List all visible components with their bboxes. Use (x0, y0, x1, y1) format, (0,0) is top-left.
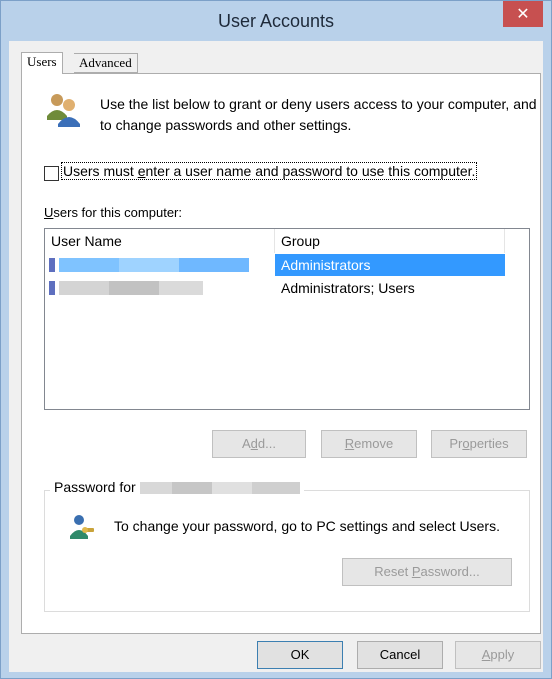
password-group-label: Password for (50, 479, 304, 495)
password-instructions: To change your password, go to PC settin… (114, 518, 500, 534)
remove-user-button[interactable]: Remove (321, 430, 417, 458)
apply-button[interactable]: Apply (455, 641, 541, 669)
close-icon: ✕ (516, 6, 530, 23)
redacted-user-name (45, 254, 279, 276)
users-list[interactable]: User Name Group Administrators Administr… (44, 228, 530, 410)
tab-advanced[interactable]: Advanced (74, 53, 138, 73)
row-group-cell: Administrators; Users (281, 280, 415, 296)
add-user-button[interactable]: Add... (212, 430, 306, 458)
title-bar[interactable]: User Accounts ✕ (1, 1, 551, 41)
require-password-checkbox[interactable] (44, 166, 59, 181)
reset-password-button[interactable]: Reset Password... (342, 558, 512, 586)
user-key-icon (70, 515, 94, 539)
require-password-label[interactable]: Users must enter a user name and passwor… (60, 162, 478, 180)
table-row[interactable]: Administrators (45, 254, 505, 276)
ok-button[interactable]: OK (257, 641, 343, 669)
cancel-button[interactable]: Cancel (357, 641, 443, 669)
dialog-client-area: Users Advanced Use the list below to gra… (9, 41, 543, 672)
row-group-cell: Administrators (275, 254, 505, 276)
column-header-group[interactable]: Group (275, 229, 505, 253)
user-accounts-window: User Accounts ✕ Users Advanced Use the l… (0, 0, 552, 679)
properties-button[interactable]: Properties (431, 430, 527, 458)
table-row[interactable]: Administrators; Users (45, 277, 505, 299)
users-list-label: Users for this computer: (44, 205, 182, 220)
password-group-box (44, 490, 530, 612)
tab-users[interactable]: Users (21, 52, 63, 74)
intro-text: Use the list below to grant or deny user… (100, 96, 537, 133)
close-button[interactable]: ✕ (503, 1, 543, 27)
window-title: User Accounts (217, 11, 335, 31)
redacted-user-name (45, 277, 279, 299)
column-header-user-name[interactable]: User Name (45, 229, 275, 253)
users-tab-panel: Use the list below to grant or deny user… (21, 73, 541, 634)
redacted-user-name (139, 482, 300, 495)
users-icon (47, 94, 80, 127)
